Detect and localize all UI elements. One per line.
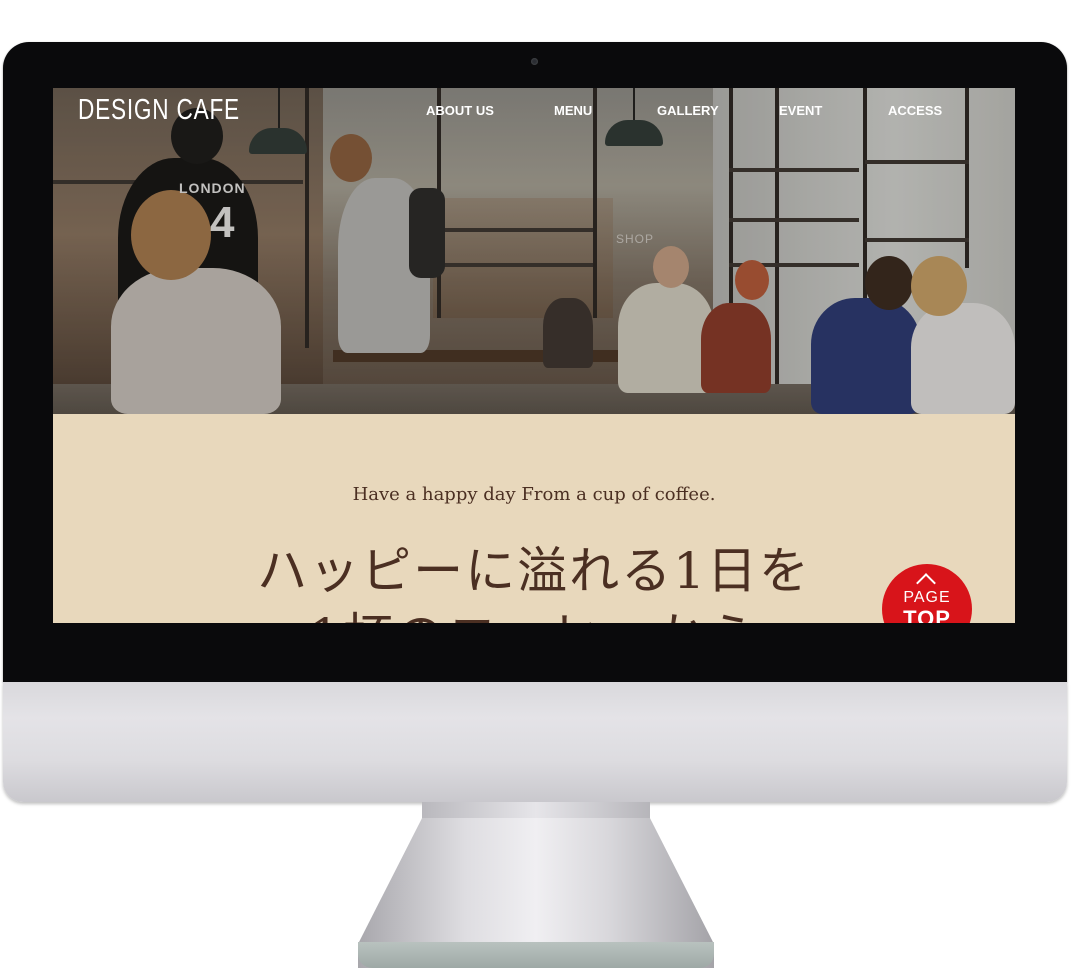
website-screen: LONDON 4 SHOP DESIGN CAFE ABOUT US MENU … xyxy=(53,88,1015,623)
main-nav: ABOUT US MENU GALLERY EVENT ACCESS xyxy=(53,88,1015,138)
nav-access[interactable]: ACCESS xyxy=(888,103,942,118)
headline: ハッピーに溢れる1日を 1杯のコーヒーから xyxy=(53,538,1015,623)
nav-event[interactable]: EVENT xyxy=(779,103,822,118)
page-top-label: PAGE xyxy=(903,589,951,606)
site-header: DESIGN CAFE ABOUT US MENU GALLERY EVENT … xyxy=(53,88,1015,138)
tagline: Have a happy day From a cup of coffee. xyxy=(352,484,716,505)
headline-line-2: 1杯のコーヒーから xyxy=(53,604,1015,623)
monitor-stand-base xyxy=(358,942,714,968)
imac-mockup: LONDON 4 SHOP DESIGN CAFE ABOUT US MENU … xyxy=(0,0,1071,974)
intro-section: Have a happy day From a cup of coffee. ハ… xyxy=(53,414,1015,623)
nav-menu[interactable]: MENU xyxy=(554,103,592,118)
nav-about-us[interactable]: ABOUT US xyxy=(426,103,494,118)
camera-icon xyxy=(531,58,538,65)
headline-line-1: ハッピーに溢れる1日を xyxy=(257,542,811,600)
page-top-label-2: TOP xyxy=(903,606,951,623)
nav-gallery[interactable]: GALLERY xyxy=(657,103,719,118)
monitor-chin xyxy=(3,682,1067,802)
